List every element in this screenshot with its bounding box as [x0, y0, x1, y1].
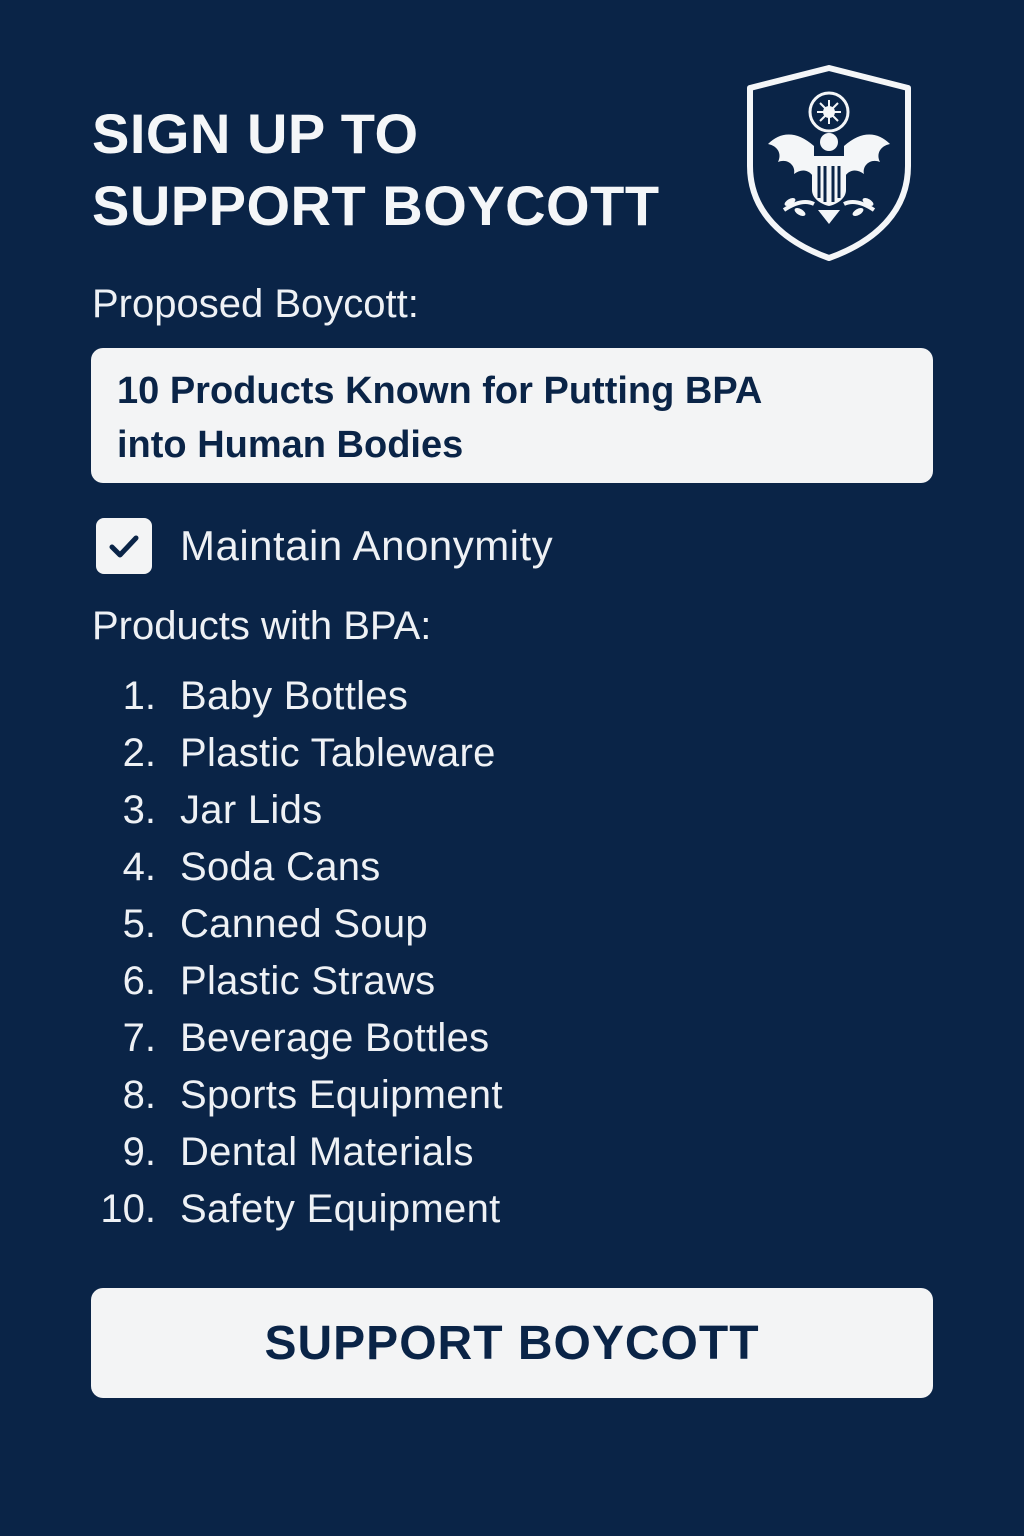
proposed-boycott-label: Proposed Boycott: — [92, 282, 419, 326]
list-item-name: Soda Cans — [180, 845, 381, 889]
list-item-number: 6. — [122, 959, 156, 1003]
list-item-name: Jar Lids — [180, 788, 323, 832]
proposed-boycott-text-line-2: into Human Bodies — [117, 424, 464, 466]
list-item-number: 10. — [100, 1187, 156, 1231]
list-item-number: 2. — [122, 731, 156, 775]
eagle-shield-emblem-icon — [747, 65, 911, 261]
list-item-name: Dental Materials — [180, 1130, 474, 1174]
page-title: SIGN UP TO SUPPORT BOYCOTT — [92, 98, 712, 242]
support-boycott-button[interactable]: SUPPORT BOYCOTT — [91, 1288, 933, 1398]
list-item-name: Plastic Tableware — [180, 731, 496, 775]
list-item: 5. Canned Soup — [96, 896, 503, 953]
checkmark-icon — [109, 535, 139, 558]
products-with-bpa-label: Products with BPA: — [92, 604, 432, 648]
list-item-name: Sports Equipment — [180, 1073, 503, 1117]
list-item-number: 9. — [122, 1130, 156, 1174]
list-item-name: Safety Equipment — [180, 1187, 501, 1231]
list-item: 4. Soda Cans — [96, 839, 503, 896]
list-item-name: Baby Bottles — [180, 674, 409, 718]
list-item: 1. Baby Bottles — [96, 668, 503, 725]
proposed-boycott-text-line-1: 10 Products Known for Putting BPA — [117, 370, 763, 412]
anonymity-option[interactable]: Maintain Anonymity — [96, 518, 553, 574]
products-list: 1. Baby Bottles 2. Plastic Tableware 3. Jar… — [96, 668, 503, 1238]
list-item: 6. Plastic Straws — [96, 953, 503, 1010]
list-item-name: Canned Soup — [180, 902, 428, 946]
page-title-line-2: SUPPORT BOYCOTT — [92, 174, 660, 237]
list-item-name: Beverage Bottles — [180, 1016, 490, 1060]
page-title-line-1: SIGN UP TO — [92, 102, 419, 165]
list-item: 9. Dental Materials — [96, 1124, 503, 1181]
list-item: 10. Safety Equipment — [96, 1181, 503, 1238]
list-item-name: Plastic Straws — [180, 959, 436, 1003]
list-item-number: 1. — [122, 674, 156, 718]
anonymity-label: Maintain Anonymity — [180, 522, 554, 569]
list-item: 8. Sports Equipment — [96, 1067, 503, 1124]
list-item: 3. Jar Lids — [96, 782, 503, 839]
list-item: 2. Plastic Tableware — [96, 725, 503, 782]
list-item-number: 5. — [122, 902, 156, 946]
list-item-number: 7. — [122, 1016, 156, 1060]
boycott-signup-page: SIGN UP TO SUPPORT BOYCOTT Proposed Boyc… — [0, 0, 1024, 1536]
list-item-number: 8. — [122, 1073, 156, 1117]
list-item-number: 4. — [122, 845, 156, 889]
list-item: 7. Beverage Bottles — [96, 1010, 503, 1067]
list-item-number: 3. — [122, 788, 156, 832]
proposed-boycott-field[interactable]: 10 Products Known for Putting BPA into H… — [91, 348, 933, 483]
anonymity-checkbox[interactable] — [96, 518, 152, 574]
